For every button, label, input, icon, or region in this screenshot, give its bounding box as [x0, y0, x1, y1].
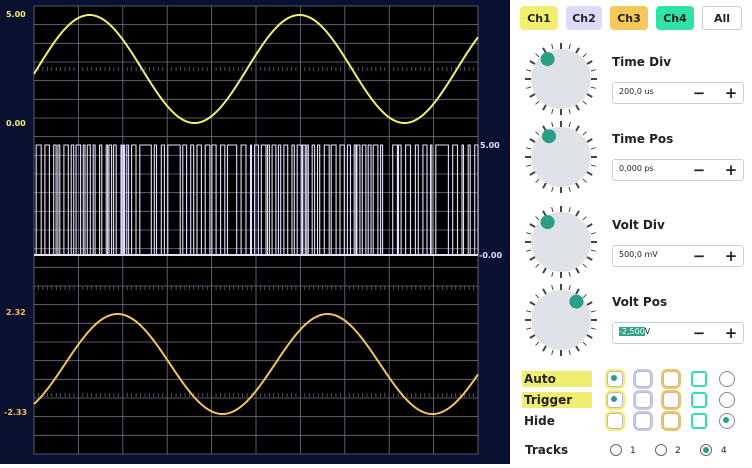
matrix-cell-auto-ch1[interactable] — [605, 369, 625, 389]
volt-pos-label: Volt Pos — [612, 295, 668, 309]
volt-div-value: 500,0 mV — [619, 250, 658, 259]
channel-button-ch3[interactable]: Ch3 — [610, 6, 648, 30]
time-div-knob[interactable] — [522, 40, 600, 118]
matrix-cell-auto-ch3[interactable] — [661, 369, 681, 389]
channel-button-ch1[interactable]: Ch1 — [520, 6, 558, 30]
oscilloscope-display[interactable]: 5.00 0.00 5.00 -0.00 2.32 -2.33 — [0, 0, 510, 464]
channel-button-label: Ch4 — [663, 11, 687, 25]
ch2-scale-bottom: -0.00 — [479, 251, 503, 260]
tracks-radio-4[interactable] — [700, 444, 712, 456]
time-div-value: 200,0 us — [619, 87, 654, 96]
tracks-option-label: 2 — [675, 446, 681, 456]
knob-dial — [531, 127, 591, 187]
channel-button-label: All — [713, 11, 731, 25]
matrix-cell-hide-ch2[interactable] — [633, 411, 653, 431]
ch2-scale-top: 5.00 — [480, 141, 500, 150]
scope-canvas[interactable] — [0, 0, 510, 464]
tracks-radio-1[interactable] — [610, 444, 622, 456]
volt-div-knob[interactable] — [522, 203, 600, 281]
knob-dial — [531, 49, 591, 109]
volt-pos-selected-text: -2,500 — [619, 327, 645, 336]
time-div-decrease-button[interactable]: − — [689, 83, 709, 103]
volt-pos-decrease-button[interactable]: − — [689, 323, 709, 343]
time-div-label: Time Div — [612, 55, 672, 69]
channel-button-label: Ch3 — [617, 11, 641, 25]
matrix-cell-trigger-ch2[interactable] — [633, 390, 653, 410]
volt-div-decrease-button[interactable]: − — [689, 246, 709, 266]
channel-button-ch4[interactable]: Ch4 — [656, 6, 694, 30]
matrix-cell-trigger-ch1[interactable] — [605, 390, 625, 410]
matrix-cell-trigger-ch4[interactable] — [691, 392, 707, 408]
time-pos-value: 0,000 ps — [619, 164, 654, 173]
knob-indicator — [540, 215, 555, 230]
ch3-scale-top: 2.32 — [6, 308, 26, 317]
volt-pos-value: -2,500V — [619, 327, 650, 336]
knob-dial — [531, 212, 591, 272]
knob-indicator — [540, 52, 555, 67]
time-pos-decrease-button[interactable]: − — [689, 160, 709, 180]
auto-row-label: Auto — [522, 371, 592, 387]
time-div-increase-button[interactable]: + — [721, 83, 741, 103]
trigger-row-label: Trigger — [522, 392, 592, 408]
tracks-label: Tracks — [525, 443, 569, 457]
matrix-cell-auto-ch4[interactable] — [691, 371, 707, 387]
volt-div-label: Volt Div — [612, 218, 665, 232]
volt-pos-unit: V — [644, 327, 651, 336]
knob-indicator — [542, 129, 557, 144]
matrix-cell-hide-ch4[interactable] — [691, 413, 707, 429]
tracks-option-label: 1 — [630, 446, 636, 456]
matrix-cell-auto-ch2[interactable] — [633, 369, 653, 389]
time-pos-field[interactable]: 0,000 ps − + — [612, 159, 744, 181]
tracks-option-label: 4 — [721, 446, 727, 456]
volt-pos-knob[interactable] — [522, 281, 600, 359]
time-pos-increase-button[interactable]: + — [721, 160, 741, 180]
matrix-cell-hide-ch3[interactable] — [661, 411, 681, 431]
knob-indicator — [569, 294, 584, 309]
time-pos-label: Time Pos — [612, 132, 674, 146]
tracks-radio-2[interactable] — [655, 444, 667, 456]
ch3-scale-bottom: -2.33 — [4, 408, 28, 417]
channel-button-label: Ch1 — [527, 11, 551, 25]
matrix-cell-hide-ch5[interactable] — [719, 413, 735, 429]
channel-button-label: Ch2 — [572, 11, 596, 25]
matrix-cell-auto-ch5[interactable] — [719, 371, 735, 387]
time-pos-knob[interactable] — [522, 118, 600, 196]
time-div-field[interactable]: 200,0 us − + — [612, 82, 744, 104]
matrix-cell-hide-ch1[interactable] — [605, 411, 625, 431]
volt-pos-field[interactable]: -2,500V − + — [612, 322, 744, 344]
volt-div-field[interactable]: 500,0 mV − + — [612, 245, 744, 267]
hide-row-label: Hide — [524, 414, 555, 428]
volt-div-increase-button[interactable]: + — [721, 246, 741, 266]
control-panel: Ch1 Ch2 Ch3 Ch4 All Time Div 200,0 us − … — [510, 0, 752, 464]
channel-button-all[interactable]: All — [702, 6, 742, 30]
channel-button-ch2[interactable]: Ch2 — [566, 6, 602, 30]
volt-pos-increase-button[interactable]: + — [721, 323, 741, 343]
matrix-cell-trigger-ch3[interactable] — [661, 390, 681, 410]
ch1-scale-top: 5.00 — [6, 10, 26, 19]
ch1-scale-bottom: 0.00 — [6, 119, 26, 128]
matrix-cell-trigger-ch5[interactable] — [719, 392, 735, 408]
